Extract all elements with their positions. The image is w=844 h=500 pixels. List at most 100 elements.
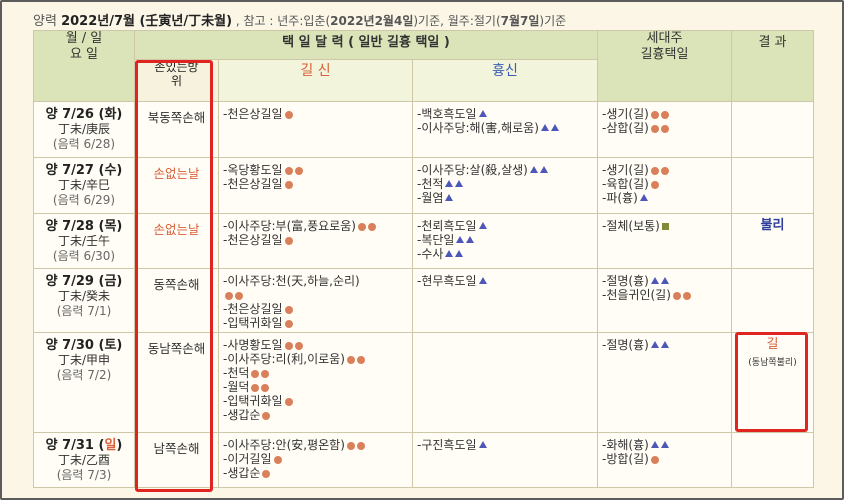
list-item: -절체(보통) <box>602 219 731 233</box>
result-text: 불리 <box>760 218 785 233</box>
solar-date: 양 7/28 (목) <box>45 219 123 234</box>
hyung-triangle-icon <box>539 166 548 173</box>
gil-dot-icon <box>367 223 376 231</box>
date-cell: 양 7/26 (화) 丁未/庚辰 (음력 6/28) <box>33 101 135 158</box>
header-note-date1: 2022년2월4일 <box>330 14 414 28</box>
hyungsin-cell: -이사주당:살(殺,살생) -천적 -월염 <box>412 157 598 214</box>
list-item: -절명(흉) <box>602 338 731 352</box>
gil-dot-icon <box>294 342 303 350</box>
list-item: -천뢰흑도일 <box>417 219 597 233</box>
header-note-end: )기준 <box>539 14 567 28</box>
gil-dot-icon <box>682 292 691 300</box>
list-item <box>223 288 412 302</box>
solar-date: 양 7/31 (일) <box>45 438 123 453</box>
list-item: -천은상길일 <box>223 302 412 316</box>
list-item: -이사주당:살(殺,살생) <box>417 163 597 177</box>
hyung-triangle-icon <box>445 194 454 201</box>
sedaeju-cell: -절명(흉) -천을귀인(길) <box>597 268 732 333</box>
list-item: -절명(흉) <box>602 274 731 288</box>
table-row: 양 7/27 (수) 丁未/辛巳 (음력 6/29) 손없는날 -옥당황도일 -천… <box>33 157 814 214</box>
hyung-triangle-icon <box>650 441 659 448</box>
date-cell: 양 7/27 (수) 丁未/辛巳 (음력 6/29) <box>33 157 135 214</box>
list-item: -이사주당:리(利,이로움) <box>223 352 412 366</box>
result-cell <box>731 268 814 333</box>
hyung-triangle-icon <box>478 277 487 284</box>
table-row: 양 7/28 (목) 丁未/壬午 (음력 6/30) 손없는날 -이사주당:부(… <box>33 213 814 269</box>
gil-dot-icon <box>225 292 233 300</box>
ganji-date: 丁未/癸未 <box>57 289 111 303</box>
list-item: -입택귀화일 <box>223 394 412 408</box>
solar-date: 양 7/27 (수) <box>45 163 123 178</box>
list-item: -이사주당:천(天,하늘,순리) <box>223 274 360 288</box>
list-item: -삼합(길) <box>602 121 731 135</box>
list-item: -현무흑도일 <box>417 274 597 288</box>
gil-dot-icon <box>650 456 659 464</box>
gil-dot-icon <box>284 398 293 406</box>
gil-dot-icon <box>262 412 271 420</box>
lunar-date: (음력 6/30) <box>52 249 116 263</box>
ganji-date: 丁未/乙酉 <box>57 453 111 467</box>
gil-dot-icon <box>660 111 669 119</box>
hyung-triangle-icon <box>478 222 487 229</box>
gil-dot-icon <box>262 470 271 478</box>
gil-dot-icon <box>284 167 293 175</box>
header-note: , 참고 : 년주:입춘( <box>232 14 331 28</box>
son-direction-cell: 손없는날 <box>134 213 219 269</box>
result-subtext: (동남쪽불리) <box>748 358 797 368</box>
list-item: -생갑순 <box>223 408 412 422</box>
list-item: -입택귀화일 <box>223 316 412 330</box>
list-item: -파(흉) <box>602 191 731 205</box>
table-row: 양 7/31 (일) 丁未/乙酉 (음력 7/3) 남쪽손해 -이사주당:안(安… <box>33 432 814 488</box>
list-item: -수사 <box>417 247 597 261</box>
gil-dot-icon <box>672 292 681 300</box>
ganji-date: 丁未/甲申 <box>57 353 111 367</box>
gil-dot-icon <box>261 370 270 378</box>
calendar-table: 월 / 일 요 일 택 일 달 력 ( 일반 길흉 택일 ) 세대주 길흉택일 … <box>33 30 814 488</box>
hyung-triangle-icon <box>478 441 487 448</box>
list-item: -백호흑도일 <box>417 107 597 121</box>
gil-dot-icon <box>650 111 659 119</box>
gilsin-cell: -사명황도일 -이사주당:리(利,이로움) -천덕 -월덕 -입택귀화일 -생갑순 <box>218 332 413 433</box>
sedaeju-cell: -화해(흉) -방합(길) <box>597 432 732 488</box>
date-cell: 양 7/31 (일) 丁未/乙酉 (음력 7/3) <box>33 432 135 488</box>
hyungsin-cell: -천뢰흑도일 -복단일 -수사 <box>412 213 598 269</box>
hyung-triangle-icon <box>550 124 559 131</box>
gil-dot-icon <box>284 181 293 189</box>
hyung-triangle-icon <box>455 180 464 187</box>
list-item: -생기(길) <box>602 107 731 121</box>
col-header-group: 택 일 달 력 ( 일반 길흉 택일 ) <box>134 30 598 60</box>
gil-dot-icon <box>251 370 260 378</box>
solar-date: 양 7/26 (화) <box>45 107 123 122</box>
gil-dot-icon <box>273 456 282 464</box>
sedaeju-cell: -절체(보통) <box>597 213 732 269</box>
lunar-date: (음력 7/2) <box>56 368 112 382</box>
header-ganji: (壬寅년/丁未월) <box>134 14 233 29</box>
table-row: 양 7/29 (금) 丁未/癸未 (음력 7/1) 동쪽손해 -이사주당:천(天… <box>33 268 814 333</box>
col-header-hyungsin: 흉신 <box>412 59 598 102</box>
gilsin-cell: -천은상길일 <box>218 101 413 158</box>
gil-dot-icon <box>261 384 270 392</box>
gilsin-cell: -이사주당:부(富,풍요로움) -천은상길일 <box>218 213 413 269</box>
solar-date: 양 7/30 (토) <box>45 338 123 353</box>
date-cell: 양 7/30 (토) 丁未/甲申 (음력 7/2) <box>33 332 135 433</box>
hyung-triangle-icon <box>529 166 538 173</box>
list-item: -구진흑도일 <box>417 438 597 452</box>
list-item: -월덕 <box>223 380 412 394</box>
gil-dot-icon <box>284 306 293 314</box>
gil-dot-icon <box>650 167 659 175</box>
header-title: 2022년/7월 <box>61 14 135 29</box>
result-cell: 불리 <box>731 213 814 269</box>
gil-dot-icon <box>650 125 659 133</box>
son-direction-cell: 손없는날 <box>134 157 219 214</box>
col-header-result: 결 과 <box>731 30 814 102</box>
lunar-date: (음력 6/29) <box>52 193 116 207</box>
result-text: 길 <box>766 337 779 352</box>
header-note-mid: )기준, 월주:절기( <box>413 14 501 28</box>
col-header-sedaeju: 세대주 길흉택일 <box>597 30 732 102</box>
list-item: -천은상길일 <box>223 177 412 191</box>
hyung-triangle-icon <box>660 341 669 348</box>
list-item: -이사주당:안(安,평온함) <box>223 438 412 452</box>
gil-dot-icon <box>650 181 659 189</box>
result-cell <box>731 432 814 488</box>
hyung-triangle-icon <box>445 250 454 257</box>
